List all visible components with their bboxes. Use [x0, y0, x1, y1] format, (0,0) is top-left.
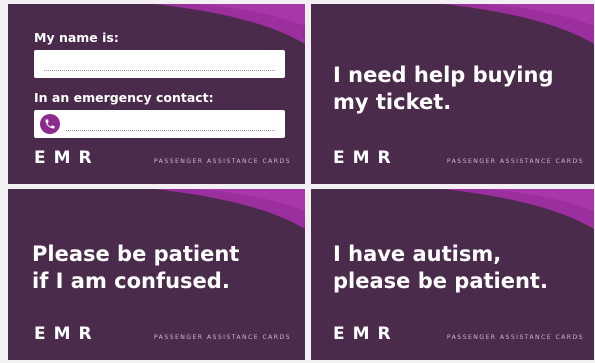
emergency-contact-field[interactable] [34, 110, 285, 138]
corner-swoosh [155, 4, 305, 44]
card-message: I have autism, please be patient. [333, 241, 584, 295]
card-patience-confused: Please be patient if I am confused. EMR … [8, 189, 305, 360]
corner-swoosh [155, 189, 305, 229]
card-autism: I have autism, please be patient. EMR PA… [311, 189, 594, 360]
emr-logo: EMR [333, 324, 399, 344]
message-line-2: please be patient. [333, 268, 548, 293]
emergency-contact-label: In an emergency contact: [34, 90, 214, 105]
card-ticket-help: I need help buying my ticket. EMR PASSEN… [311, 4, 594, 184]
emr-logo: EMR [34, 324, 100, 344]
message-line-1: I need help buying [333, 63, 554, 87]
tagline: PASSENGER ASSISTANCE CARDS [153, 334, 291, 341]
message-line-2: if I am confused. [32, 268, 230, 293]
message-line-1: I have autism, [333, 242, 502, 266]
name-label: My name is: [34, 30, 119, 45]
corner-swoosh [444, 4, 594, 44]
name-field-line [44, 70, 275, 71]
emr-logo: EMR [333, 148, 399, 168]
emergency-field-line [66, 130, 275, 131]
tagline: PASSENGER ASSISTANCE CARDS [153, 158, 291, 165]
name-field[interactable] [34, 50, 285, 78]
card-message: I need help buying my ticket. [333, 62, 584, 116]
message-line-2: my ticket. [333, 89, 452, 114]
card-message: Please be patient if I am confused. [32, 241, 295, 295]
phone-icon [40, 114, 60, 134]
tagline: PASSENGER ASSISTANCE CARDS [446, 334, 584, 341]
card-contact-details: My name is: In an emergency contact: EMR… [8, 4, 305, 184]
tagline: PASSENGER ASSISTANCE CARDS [446, 158, 584, 165]
message-line-1: Please be patient [32, 242, 240, 266]
corner-swoosh [444, 189, 594, 229]
emr-logo: EMR [34, 148, 100, 168]
